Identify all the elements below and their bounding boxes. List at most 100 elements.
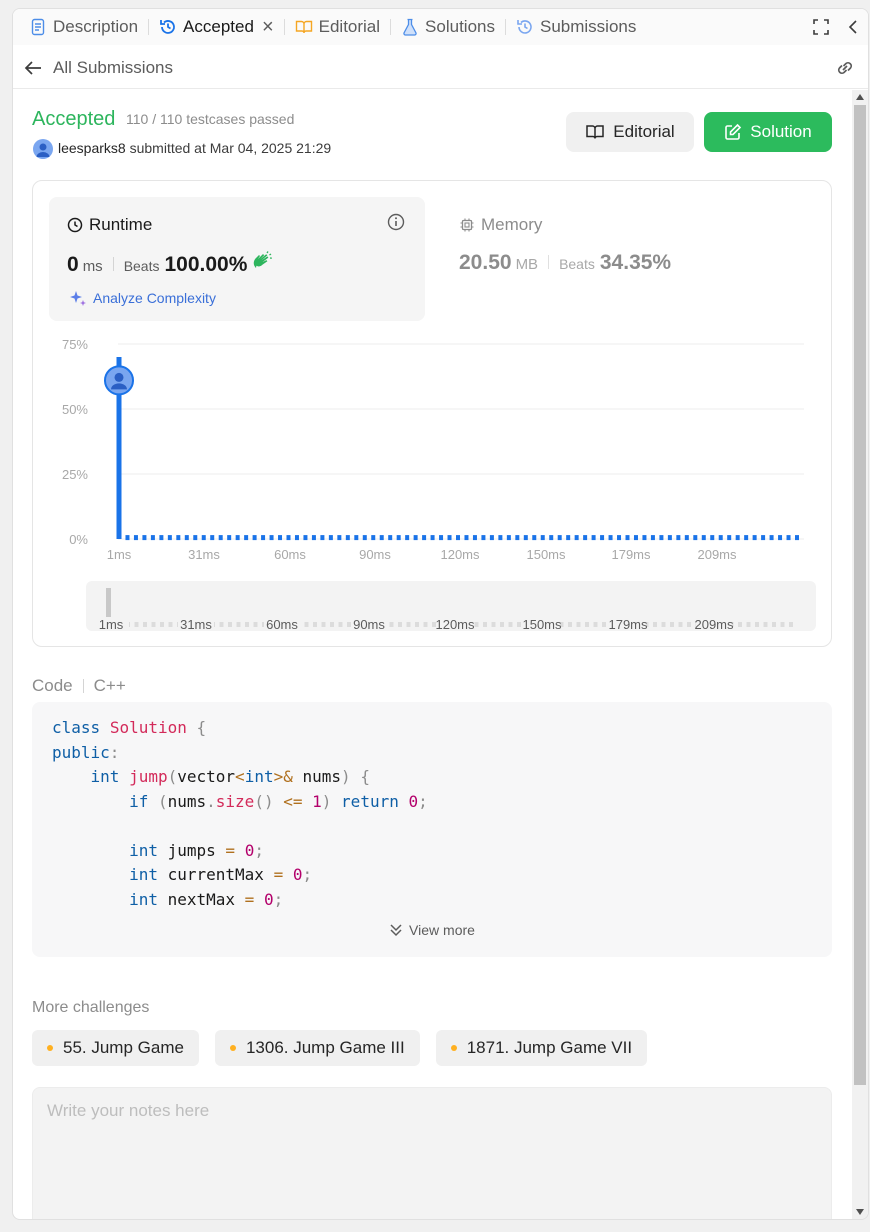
chart-bar <box>396 535 401 541</box>
notes-input[interactable] <box>33 1088 831 1219</box>
tab-bar-actions <box>812 9 860 45</box>
brush-bar <box>228 622 232 627</box>
scrollbar-thumb[interactable] <box>854 105 866 1085</box>
performance-card: Runtime 0 ms Beats 100.00% Analyze Compl… <box>32 180 832 647</box>
tab-submissions-label: Submissions <box>539 17 637 36</box>
chart-bar <box>718 535 723 541</box>
chart-bar <box>278 535 283 541</box>
scrollbar[interactable] <box>852 90 868 1219</box>
x-tick-label: 90ms <box>359 547 391 561</box>
brush-bar <box>253 622 258 627</box>
chart-bar <box>727 535 732 541</box>
notes-panel <box>32 1087 832 1219</box>
submission-panel: Description Accepted × Editorial Solutio… <box>12 8 869 1220</box>
chart-bar <box>667 535 672 541</box>
chart-bar <box>540 535 545 541</box>
runtime-unit: ms <box>82 258 103 275</box>
status-label: Accepted <box>32 108 116 130</box>
tab-solutions-label: Solutions <box>425 17 495 36</box>
chart-bar <box>337 535 342 541</box>
challenge-list: 55. Jump Game 1306. Jump Game III 1871. … <box>32 1030 648 1066</box>
chart-bar <box>549 535 554 541</box>
chart-bar <box>489 535 494 541</box>
chart-bar <box>659 535 664 541</box>
challenge-chip[interactable]: 55. Jump Game <box>32 1030 199 1066</box>
chart-bar <box>464 535 469 541</box>
challenge-title: 1306. Jump Game III <box>245 1038 405 1057</box>
chart-bar <box>617 535 622 541</box>
chart-bar <box>744 535 749 541</box>
chevron-left-icon[interactable] <box>846 18 860 36</box>
tab-solutions[interactable]: Solutions <box>401 9 495 45</box>
editorial-button[interactable]: Editorial <box>566 112 694 152</box>
avatar[interactable] <box>33 139 53 159</box>
chart-bar <box>133 535 138 541</box>
brush-bar <box>134 622 139 627</box>
flask-icon <box>403 18 417 36</box>
chart-bar <box>405 535 410 541</box>
tab-divider <box>148 19 150 35</box>
runtime-distribution-chart[interactable]: 75% 50% 25% 0% 1ms 31ms 60ms 90ms 120ms 150ms 179m… <box>33 321 833 561</box>
divider <box>548 255 550 269</box>
link-icon[interactable] <box>834 57 856 79</box>
runtime-panel[interactable]: Runtime 0 ms Beats 100.00% Analyze Compl… <box>49 197 425 321</box>
chart-bar <box>710 535 715 541</box>
editorial-button-label: Editorial <box>613 122 675 141</box>
chart-bar <box>261 535 266 541</box>
memory-panel[interactable]: Memory 20.50 MB Beats 34.35% <box>459 197 819 321</box>
challenge-chip[interactable]: 1306. Jump Game III <box>214 1030 420 1066</box>
brush-bar <box>236 622 241 627</box>
brush-bar <box>500 622 504 627</box>
document-icon <box>31 18 45 36</box>
brush-bar <box>423 622 428 627</box>
info-icon[interactable] <box>387 213 405 231</box>
challenge-chip[interactable]: 1871. Jump Game VII <box>435 1030 648 1066</box>
chart-bar <box>625 535 630 541</box>
chart-bar <box>294 535 299 541</box>
history-icon <box>517 20 532 34</box>
tab-submissions[interactable]: Submissions <box>516 9 636 45</box>
brush-bar <box>755 622 759 627</box>
chart-bar <box>456 535 460 541</box>
difficulty-dot <box>229 1045 236 1051</box>
solution-button[interactable]: Solution <box>704 112 832 152</box>
tab-editorial[interactable]: Editorial <box>295 9 380 45</box>
username-link[interactable]: leesparks8 <box>58 140 126 156</box>
brush-bar <box>593 622 598 627</box>
divider <box>82 679 84 693</box>
submitter-line: leesparks8 submitted at Mar 04, 2025 21:… <box>58 140 331 156</box>
close-icon[interactable]: × <box>262 17 274 37</box>
solution-button-label: Solution <box>750 122 812 141</box>
analyze-complexity-link[interactable]: Analyze Complexity <box>69 289 216 307</box>
brush-bar <box>746 622 751 627</box>
y-tick-label: 50% <box>62 402 88 417</box>
chart-bar <box>650 535 655 541</box>
scroll-down-icon[interactable] <box>856 1209 864 1215</box>
fullscreen-icon[interactable] <box>812 18 830 36</box>
runtime-title-label: Runtime <box>89 215 153 234</box>
chart-range-slider[interactable]: 1ms 31ms 60ms 90ms 120ms 150ms 179ms 209ms <box>86 581 816 632</box>
view-more-button[interactable]: View more <box>32 922 832 938</box>
runtime-beats-pct: 100.00% <box>164 253 248 276</box>
edit-icon <box>725 123 742 140</box>
chart-bar <box>532 535 537 541</box>
brush-bar <box>585 622 589 627</box>
tab-accepted[interactable]: Accepted × <box>159 9 274 45</box>
challenge-title: 1871. Jump Game VII <box>466 1038 633 1057</box>
chart-bar <box>591 535 596 541</box>
chart-bar <box>362 535 367 541</box>
chart-bar <box>574 535 579 541</box>
chart-bar <box>600 535 605 541</box>
chart-bar <box>633 535 638 541</box>
scroll-up-icon[interactable] <box>856 94 864 100</box>
all-submissions-link[interactable]: All Submissions <box>23 58 173 78</box>
chart-bar <box>286 535 291 541</box>
brush-bar <box>415 622 419 627</box>
tab-description[interactable]: Description <box>29 9 138 45</box>
brush-bar <box>245 622 249 627</box>
book-icon <box>295 20 312 34</box>
brush-bar <box>789 622 793 627</box>
chart-bar <box>354 535 359 541</box>
tab-divider <box>390 19 392 35</box>
tab-bar: Description Accepted × Editorial Solutio… <box>13 9 868 45</box>
